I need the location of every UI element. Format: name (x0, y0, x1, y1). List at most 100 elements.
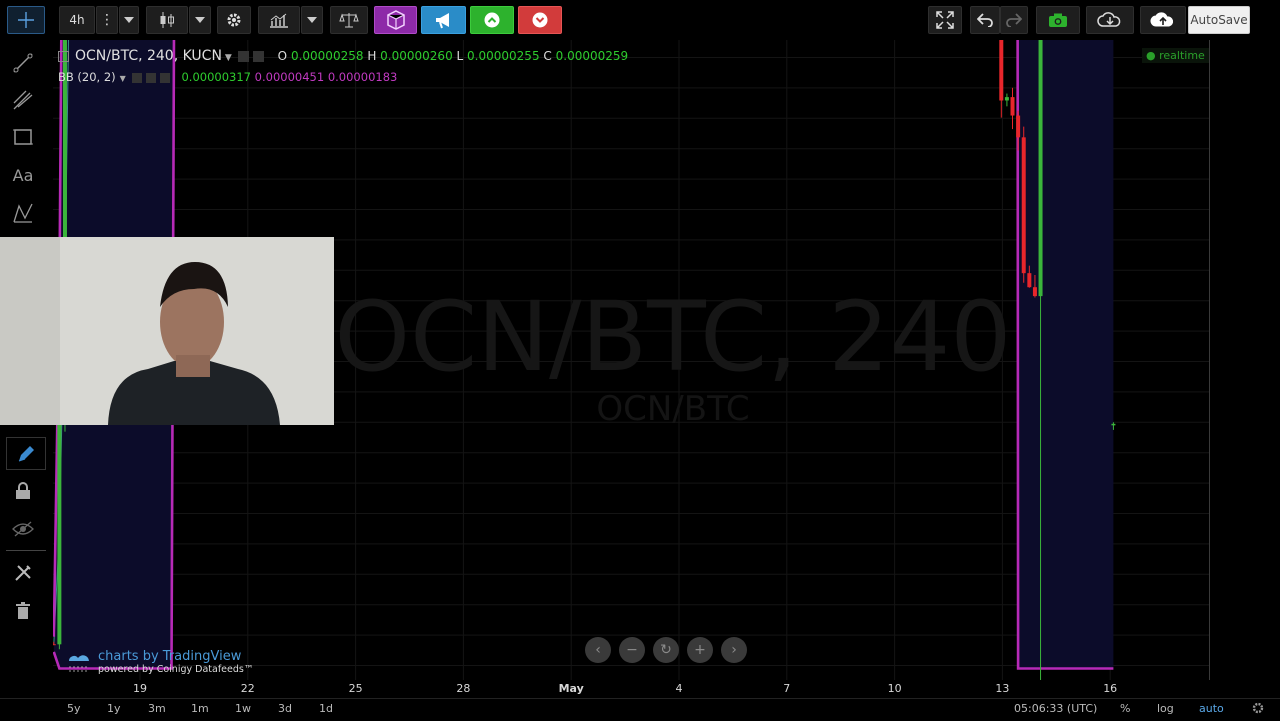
close-value: 0.00000259 (555, 49, 629, 63)
time-tick-label: May (558, 682, 584, 695)
more-intervals-button[interactable]: ⋮ (96, 6, 118, 34)
range-1d-button[interactable]: 1d (319, 702, 333, 715)
redo-icon (1006, 13, 1022, 27)
zoom-out-button[interactable]: − (619, 637, 645, 663)
snapshot-button[interactable] (1036, 6, 1080, 34)
compare-button[interactable] (330, 6, 368, 34)
chevron-left-icon: ‹ (595, 642, 601, 658)
chart-style-button[interactable] (146, 6, 188, 34)
zoom-in-button[interactable]: + (687, 637, 713, 663)
bb-lower-value: 0.00000183 (327, 70, 398, 84)
interval-dropdown[interactable] (119, 6, 139, 34)
chevron-right-icon: › (731, 642, 737, 658)
bottom-toolbar: 5y 1y 3m 1m 1w 3d 1d 05:06:33 (UTC) % lo… (0, 698, 1280, 721)
vertical-dots-icon: ⋮ (100, 12, 114, 28)
open-value: 0.00000258 (290, 49, 364, 63)
hide-drawings-button[interactable] (8, 514, 38, 544)
percent-toggle[interactable]: % (1120, 702, 1130, 715)
candle-body (1032, 287, 1037, 297)
undo-button[interactable] (970, 6, 1000, 34)
interval-label: 4h (69, 13, 85, 27)
indicators-dropdown[interactable] (301, 6, 323, 34)
scroll-left-button[interactable]: ‹ (585, 637, 611, 663)
utc-clock[interactable]: 05:06:33 (UTC) (1014, 702, 1097, 715)
buy-button[interactable] (470, 6, 514, 34)
range-1y-button[interactable]: 1y (107, 702, 121, 715)
range-1w-button[interactable]: 1w (235, 702, 251, 715)
delete-drawings-button[interactable] (8, 596, 38, 626)
symbol-watermark-sub: OCN/BTC (596, 389, 749, 429)
time-tick-label: 13 (995, 682, 1010, 695)
chart-style-dropdown[interactable] (189, 6, 211, 34)
range-3d-button[interactable]: 3d (278, 702, 292, 715)
range-1m-button[interactable]: 1m (191, 702, 209, 715)
bb-upper-value: 0.00000451 (254, 70, 325, 84)
autosave-button[interactable]: AutoSave (1188, 6, 1250, 34)
close-mini-icon[interactable] (252, 51, 264, 62)
fullscreen-button[interactable] (928, 6, 962, 34)
chevron-down-icon[interactable]: ▼ (120, 74, 126, 83)
pencil-icon (18, 445, 34, 461)
symbol-watermark: OCN/BTC, 240 (335, 281, 1012, 393)
settings-mini-icon[interactable] (237, 51, 249, 62)
indicator-name[interactable]: BB (20, 2) (58, 70, 116, 84)
gear-icon (227, 13, 241, 27)
settings-mini-icon[interactable] (131, 72, 142, 83)
legend-toggle-icon[interactable] (58, 51, 69, 62)
cube-icon (386, 10, 405, 30)
settings-button[interactable] (1251, 700, 1265, 719)
log-toggle[interactable]: log (1157, 702, 1174, 715)
chevron-down-circle-icon (532, 12, 548, 28)
time-tick-label: 16 (1103, 682, 1118, 695)
lock-drawings-button[interactable] (8, 476, 38, 506)
hide-mini-icon[interactable] (145, 72, 156, 83)
range-5y-button[interactable]: 5y (67, 702, 81, 715)
auto-toggle[interactable]: auto (1199, 702, 1224, 715)
time-tick-label: 25 (348, 682, 363, 695)
candle-body (1111, 423, 1116, 426)
candle-body (1021, 137, 1026, 274)
load-layout-button[interactable] (1086, 6, 1134, 34)
camera-icon (1049, 13, 1067, 27)
reset-chart-button[interactable]: ↻ (653, 637, 679, 663)
symbol-title[interactable]: OCN/BTC, 240, KUCN (75, 48, 222, 64)
pattern-tool[interactable] (8, 198, 38, 228)
chevron-down-icon[interactable]: ▼ (225, 53, 232, 63)
shape-tool[interactable] (8, 122, 38, 152)
bb-basis-value: 0.00000317 (181, 70, 251, 84)
text-tool[interactable]: Aa (8, 160, 38, 190)
close-mini-icon[interactable] (159, 72, 170, 83)
indicators-button[interactable] (258, 6, 300, 34)
announce-button[interactable] (421, 6, 466, 34)
interval-button[interactable]: 4h (59, 6, 95, 34)
powered-by-label: powered by Coinigy Datafeeds™ (98, 664, 254, 675)
pattern-icon (13, 203, 33, 223)
webcam-overlay (0, 237, 334, 425)
settings-button[interactable] (217, 6, 251, 34)
fib-tool[interactable] (8, 85, 38, 115)
candle-body (1038, 40, 1043, 297)
scroll-right-button[interactable]: › (721, 637, 747, 663)
magnet-toggle[interactable] (6, 437, 46, 470)
redo-button[interactable] (1000, 6, 1028, 34)
time-tick-label: 28 (456, 682, 471, 695)
plus-icon: + (694, 642, 706, 658)
save-layout-button[interactable] (1140, 6, 1186, 34)
megaphone-icon (435, 13, 449, 29)
cube-button[interactable] (374, 6, 417, 34)
eye-hidden-icon (12, 521, 34, 537)
candle-body (1016, 115, 1021, 138)
open-label: O (277, 49, 288, 63)
trend-line-tool[interactable] (8, 48, 38, 78)
sell-button[interactable] (518, 6, 562, 34)
scales-icon (339, 13, 359, 28)
charts-by-label[interactable]: charts by TradingView (98, 649, 241, 664)
tools-icon (15, 565, 31, 581)
remove-tools-button[interactable] (8, 558, 38, 588)
price-axis[interactable]: 0.000005000.000004800.000004600.00000440… (1209, 40, 1280, 680)
candle-body (1004, 97, 1009, 101)
cloud-upload-icon (1150, 12, 1174, 27)
range-3m-button[interactable]: 3m (148, 702, 166, 715)
crosshair-tool-button[interactable] (7, 6, 45, 34)
time-tick-label: 10 (887, 682, 902, 695)
